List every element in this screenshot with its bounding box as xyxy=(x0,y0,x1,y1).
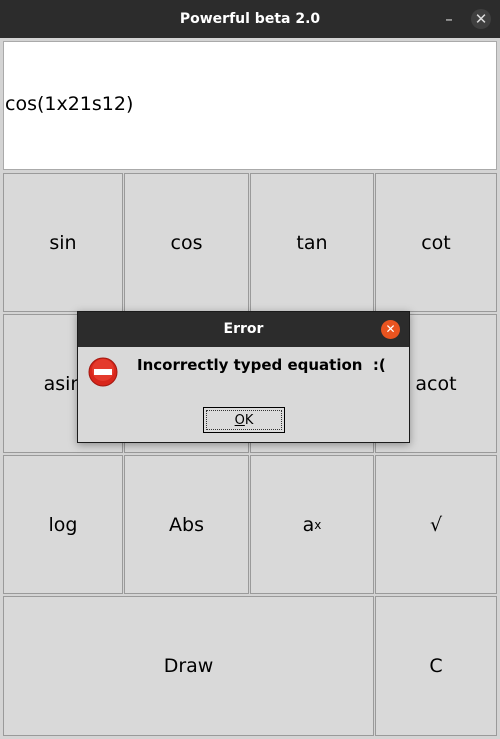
power-button[interactable]: ax xyxy=(250,455,374,594)
window-title: Powerful beta 2.0 xyxy=(179,11,321,27)
dialog-close-button[interactable]: ✕ xyxy=(381,320,400,339)
title-bar: Powerful beta 2.0 – ✕ xyxy=(0,0,500,38)
error-message: Incorrectly typed equation :( xyxy=(137,356,386,374)
error-dialog: Error ✕ Incorrectly typed equation :( OK xyxy=(77,311,410,443)
power-base-label: a xyxy=(302,513,315,536)
minimize-button[interactable]: – xyxy=(439,9,459,29)
ok-button[interactable]: OK xyxy=(203,407,285,433)
expression-text: cos(1x21s12) xyxy=(5,93,134,115)
draw-button[interactable]: Draw xyxy=(3,596,374,736)
dialog-title: Error xyxy=(78,312,409,347)
abs-button[interactable]: Abs xyxy=(124,455,249,594)
log-button[interactable]: log xyxy=(3,455,123,594)
ok-label-rest: K xyxy=(244,412,254,428)
cot-button[interactable]: cot xyxy=(375,173,497,312)
tan-button[interactable]: tan xyxy=(250,173,374,312)
error-icon xyxy=(88,357,118,387)
sin-button[interactable]: sin xyxy=(3,173,123,312)
window-close-button[interactable]: ✕ xyxy=(471,9,491,29)
cos-button[interactable]: cos xyxy=(124,173,249,312)
expression-display[interactable]: cos(1x21s12) xyxy=(3,41,497,170)
power-exponent-label: x xyxy=(314,517,322,532)
sqrt-button[interactable]: √ xyxy=(375,455,497,594)
clear-button[interactable]: C xyxy=(375,596,497,736)
ok-mnemonic: O xyxy=(234,412,245,428)
